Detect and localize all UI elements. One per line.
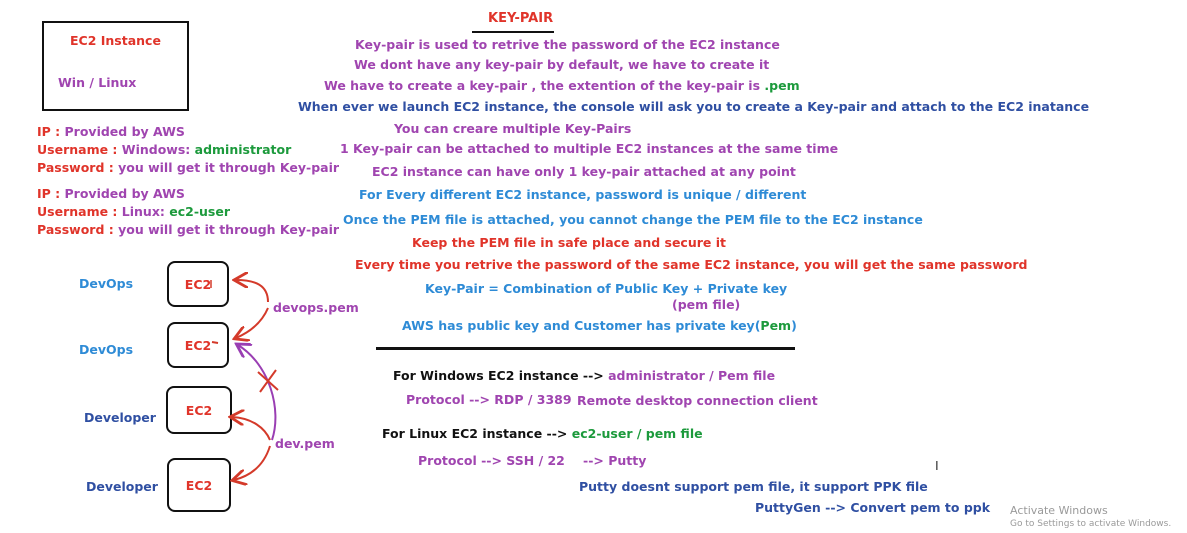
arrow-dev-pem-to-ec2-3 bbox=[232, 417, 271, 441]
cross-mark-icon bbox=[257, 369, 279, 393]
arrow-devops-pem-to-ec2-1 bbox=[236, 280, 269, 303]
arrow-dev-pem-to-ec2-2 bbox=[238, 345, 277, 441]
arrows-layer bbox=[210, 0, 279, 533]
text-cursor-icon: I bbox=[935, 458, 939, 473]
activate-windows-title: Activate Windows bbox=[1010, 504, 1108, 517]
arrow-devops-pem-to-ec2-2 bbox=[236, 307, 269, 338]
ec2-dash-mark bbox=[211, 341, 219, 344]
activate-windows-subtitle: Go to Settings to activate Windows. bbox=[1010, 519, 1172, 529]
arrow-dev-pem-to-ec2-4 bbox=[234, 445, 271, 480]
